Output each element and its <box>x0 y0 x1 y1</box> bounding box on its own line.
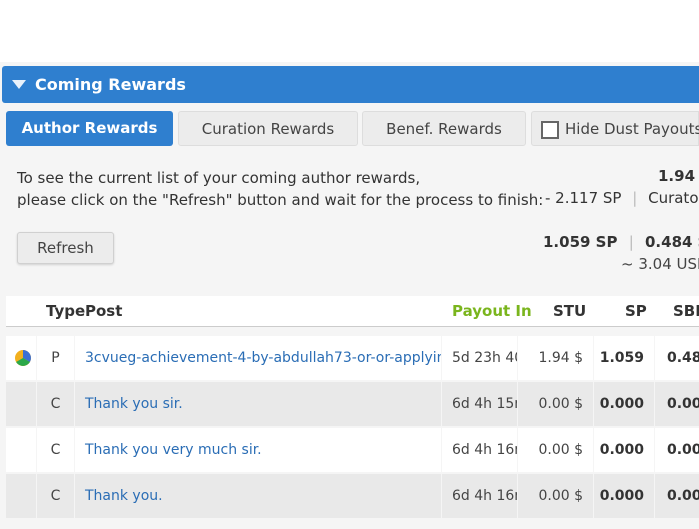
table-row: C Thank you very much sir. 6d 4h 16m 0.0… <box>6 428 699 472</box>
row-sbd: 0.484 <box>655 336 699 380</box>
triangle-down-icon[interactable] <box>12 80 26 89</box>
tab-curation-rewards[interactable]: Curation Rewards <box>178 111 358 146</box>
row-payout-in: 6d 4h 16m <box>442 428 517 472</box>
row-post-link[interactable]: Thank you sir. <box>75 382 441 426</box>
row-sp: 0.000 <box>594 474 654 518</box>
hide-dust-checkbox[interactable] <box>541 121 559 139</box>
hide-dust-toggle[interactable]: Hide Dust Payouts <box>531 111 699 146</box>
hide-dust-label: Hide Dust Payouts <box>565 120 699 138</box>
info-text: To see the current list of your coming a… <box>17 167 543 211</box>
refresh-button[interactable]: Refresh <box>17 232 114 264</box>
table-row: C Thank you. 6d 4h 16m 0.00 $ 0.000 0.00… <box>6 474 699 518</box>
info-line-2: please click on the "Refresh" button and… <box>17 191 544 209</box>
header-sbd[interactable]: SBD <box>673 302 699 320</box>
row-stu: 0.00 $ <box>518 428 593 472</box>
row-type: P <box>37 336 74 380</box>
row-payout-in: 6d 4h 16m <box>442 474 517 518</box>
row-post-link[interactable]: 3cvueg-achievement-4-by-abdullah73-or-or… <box>75 336 441 380</box>
header-stu[interactable]: STU <box>553 302 586 320</box>
row-post-link[interactable]: Thank you very much sir. <box>75 428 441 472</box>
top-blank-area <box>0 0 699 62</box>
row-sbd: 0.000 <box>655 474 699 518</box>
summary-separator-2: | <box>628 233 634 251</box>
row-icon-cell <box>6 428 36 472</box>
row-type: C <box>37 474 74 518</box>
pie-chart-icon[interactable] <box>13 348 33 368</box>
header-payout-in[interactable]: Payout In <box>452 302 532 320</box>
row-post-link[interactable]: Thank you. <box>75 474 441 518</box>
row-stu: 1.94 $ <box>518 336 593 380</box>
row-sp: 1.059 <box>594 336 654 380</box>
row-sbd: 0.000 <box>655 382 699 426</box>
summary-sp-breakdown: - 2.117 SP | Curators <box>545 189 699 207</box>
row-icon-cell <box>6 474 36 518</box>
coming-rewards-header[interactable]: Coming Rewards <box>2 66 699 103</box>
summary-curators: Curators <box>648 189 699 207</box>
row-sp: 0.000 <box>594 382 654 426</box>
row-stu: 0.00 $ <box>518 474 593 518</box>
tab-benef-rewards[interactable]: Benef. Rewards <box>362 111 526 146</box>
info-line-1: To see the current list of your coming a… <box>17 169 421 187</box>
row-payout-in: 6d 4h 15m <box>442 382 517 426</box>
summary-sp-minus: - 2.117 SP <box>545 189 622 207</box>
summary-sp: 1.059 SP <box>543 233 618 251</box>
summary-separator: | <box>632 189 638 207</box>
row-stu: 0.00 $ <box>518 382 593 426</box>
row-type: C <box>37 382 74 426</box>
tab-author-rewards[interactable]: Author Rewards <box>6 111 173 146</box>
row-sp: 0.000 <box>594 428 654 472</box>
row-sbd: 0.000 <box>655 428 699 472</box>
row-type: C <box>37 428 74 472</box>
section-title: Coming Rewards <box>35 75 186 94</box>
row-icon-cell <box>6 382 36 426</box>
summary-sp-sbd: 1.059 SP | 0.484 SBD <box>543 233 699 251</box>
table-header: Type Post Payout In STU SP SBD <box>6 296 699 327</box>
summary-usd: ~ 3.04 USD <box>621 255 699 273</box>
header-sp[interactable]: SP <box>625 302 647 320</box>
row-icon-cell[interactable] <box>6 336 36 380</box>
header-post[interactable]: Post <box>85 302 122 320</box>
header-type[interactable]: Type <box>46 302 85 320</box>
summary-sbd: 0.484 SBD <box>645 233 699 251</box>
table-row: P 3cvueg-achievement-4-by-abdullah73-or-… <box>6 336 699 380</box>
row-payout-in: 5d 23h 40 <box>442 336 517 380</box>
summary-total: 1.94 $ <box>658 167 699 185</box>
table-row: C Thank you sir. 6d 4h 15m 0.00 $ 0.000 … <box>6 382 699 426</box>
